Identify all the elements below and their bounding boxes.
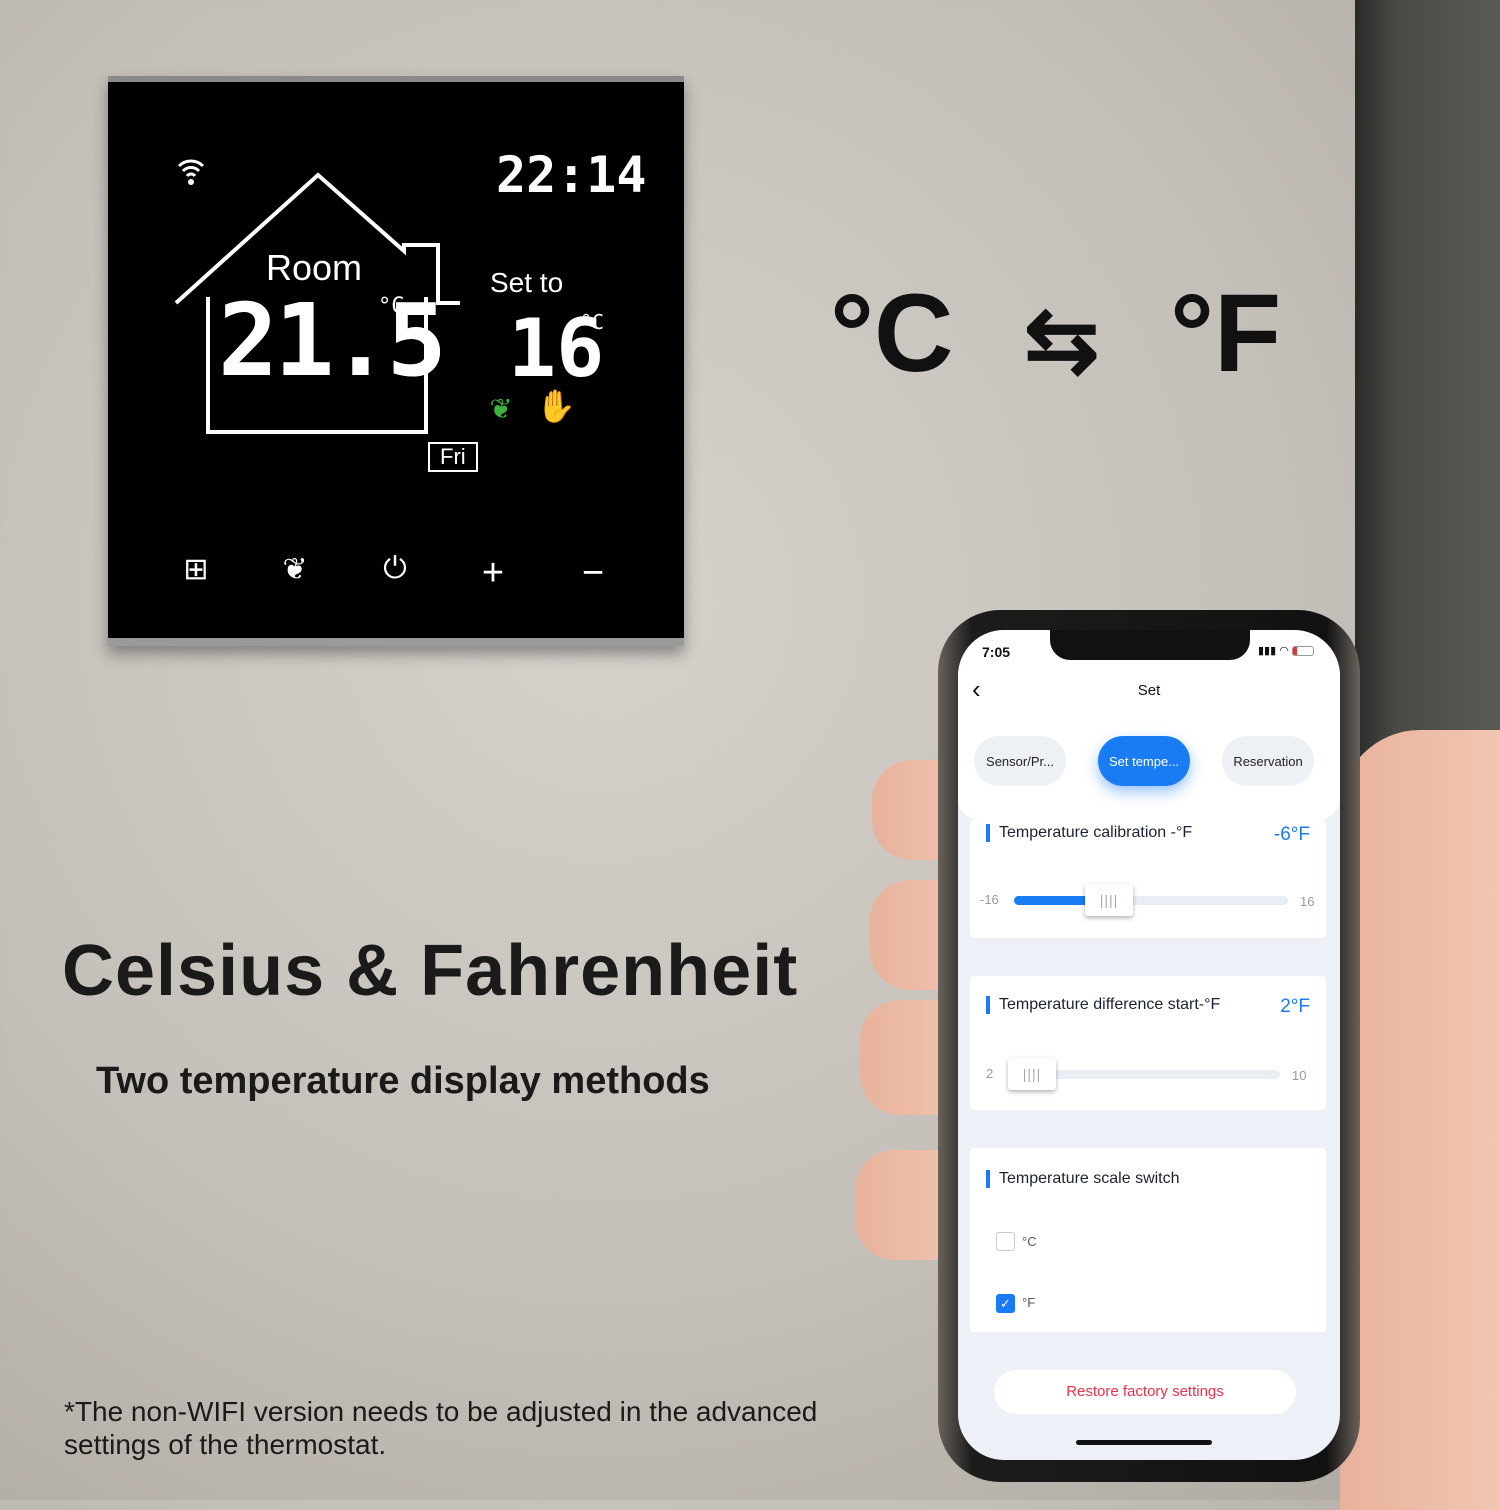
phone-screen: 7:05 ▮▮▮ ◠ ‹ Set Sensor/Pr... Set tempe.…	[958, 630, 1340, 1460]
eco-leaf-icon: ❦	[490, 387, 511, 427]
footnote: *The non-WIFI version needs to be adjust…	[64, 1396, 818, 1460]
thermostat: Room 21.5 °C 22:14 Set to 16 °C ❦ ✋ Fri …	[108, 76, 684, 646]
set-unit: °C	[580, 310, 605, 334]
day-indicator: Fri	[428, 442, 478, 472]
tab-set-temperature[interactable]: Set tempe...	[1098, 736, 1190, 786]
difference-slider-handle[interactable]: ||||	[1008, 1058, 1056, 1090]
wifi-icon: ◠	[1279, 645, 1289, 657]
swap-arrows-icon: ⇆	[1024, 291, 1100, 391]
manual-hand-icon: ✋	[536, 387, 576, 425]
scale-title: Temperature scale switch	[986, 1170, 1180, 1188]
celsius-symbol: °C	[830, 272, 954, 395]
power-icon[interactable]: ⏻	[375, 552, 415, 586]
fahrenheit-symbol: °F	[1169, 272, 1282, 395]
tab-sensor[interactable]: Sensor/Pr...	[974, 736, 1066, 786]
calibration-max: 16	[1300, 894, 1315, 909]
status-time: 7:05	[982, 644, 1011, 660]
difference-card: Temperature difference start-°F 2°F 2 ||…	[970, 976, 1326, 1110]
calibration-fill	[1014, 896, 1097, 905]
home-indicator	[1076, 1440, 1212, 1445]
difference-min: 2	[986, 1066, 994, 1081]
difference-title: Temperature difference start-°F	[986, 996, 1220, 1014]
difference-value: 2°F	[1280, 996, 1310, 1017]
restore-factory-button[interactable]: Restore factory settings	[994, 1370, 1296, 1414]
calibration-value: -6°F	[1273, 824, 1310, 845]
menu-grid-icon[interactable]: ⊞	[176, 552, 216, 587]
phone-notch	[1050, 630, 1250, 660]
unit-conversion: °C ⇆ °F	[830, 270, 1281, 397]
eco-leaf-icon[interactable]: ❦	[275, 552, 315, 587]
status-icons: ▮▮▮ ◠	[1258, 644, 1314, 657]
headline: Celsius & Fahrenheit	[62, 931, 799, 1011]
smartphone: 7:05 ▮▮▮ ◠ ‹ Set Sensor/Pr... Set tempe.…	[938, 610, 1360, 1482]
calibration-slider[interactable]	[1014, 896, 1288, 905]
celsius-checkbox[interactable]	[996, 1232, 1015, 1251]
set-to-label: Set to	[490, 267, 564, 298]
page-title: Set	[1137, 682, 1161, 699]
fahrenheit-checkbox[interactable]: ✓	[996, 1294, 1015, 1313]
subheadline: Two temperature display methods	[96, 1060, 710, 1102]
calibration-min: -16	[980, 892, 999, 907]
calibration-slider-handle[interactable]: ||||	[1085, 884, 1133, 916]
room-temperature: 21.5	[218, 282, 447, 399]
calibration-title: Temperature calibration -°F	[986, 824, 1192, 842]
minus-icon[interactable]: −	[573, 552, 613, 595]
battery-icon	[1291, 646, 1314, 657]
difference-max: 10	[1292, 1068, 1307, 1083]
room-unit: °C	[378, 294, 405, 319]
scale-card: Temperature scale switch °C ✓ °F	[970, 1148, 1326, 1332]
tab-reservation[interactable]: Reservation	[1222, 736, 1314, 786]
signal-icon: ▮▮▮	[1258, 645, 1277, 657]
hand-palm	[1340, 730, 1500, 1510]
calibration-card: Temperature calibration -°F -6°F -16 |||…	[970, 820, 1326, 938]
fahrenheit-option-label: °F	[1022, 1295, 1036, 1310]
clock: 22:14	[496, 146, 647, 204]
celsius-option-label: °C	[1022, 1234, 1037, 1249]
plus-icon[interactable]: +	[473, 552, 513, 595]
